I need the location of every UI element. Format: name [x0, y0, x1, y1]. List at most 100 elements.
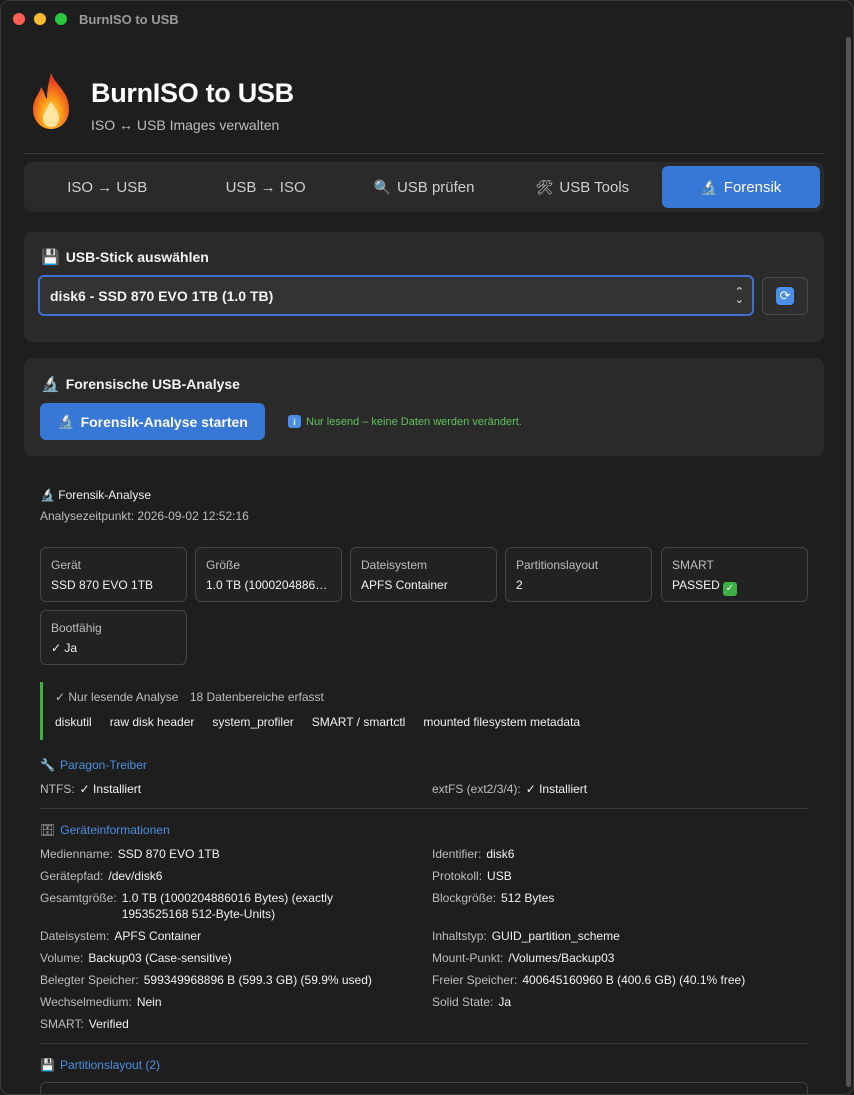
info-row: SMART: Verified — [40, 1017, 129, 1031]
tab-label: USB Tools — [559, 178, 630, 196]
start-button-label: Forensik-Analyse starten — [80, 413, 248, 430]
readonly-note: i Nur lesend – keine Daten werden veränd… — [288, 415, 522, 428]
section-divider — [40, 1043, 808, 1044]
readonly-note-text: Nur lesend – keine Daten werden veränder… — [306, 415, 522, 428]
data-source-item: raw disk header — [109, 715, 195, 729]
usb-select-panel: 💾 USB-Stick auswählen disk6 - SSD 870 EV… — [24, 232, 824, 342]
tab-usb-check[interactable]: 🔍 USB prüfen — [345, 166, 503, 208]
microscope-icon: 🔬 — [41, 376, 60, 393]
flame-icon — [33, 73, 69, 129]
card-label: Gerät — [51, 558, 82, 572]
extfs-value: ✓ Installiert — [525, 782, 588, 796]
app-title: BurnISO to USB — [91, 78, 294, 108]
forensic-panel-title: 🔬 Forensische USB-Analyse — [41, 375, 240, 393]
data-source-item: SMART / smartctl — [311, 715, 406, 729]
info-row: Wechselmedium: Nein — [40, 995, 162, 1009]
tab-usb-tools[interactable]: 🛠 USB Tools — [503, 166, 661, 208]
tab-usb-to-iso[interactable]: USB → ISO — [186, 166, 344, 208]
refresh-button[interactable]: ⟳ — [762, 277, 808, 315]
paragon-title-text: Paragon-Treiber — [59, 758, 147, 772]
extfs-key: extFS (ext2/3/4): — [432, 782, 521, 796]
info-row: Medienname: SSD 870 EVO 1TB — [40, 847, 220, 861]
info-row: Inhaltstyp: GUID_partition_scheme — [432, 929, 620, 943]
wrench-icon: 🔧 — [40, 758, 55, 772]
start-forensic-analysis-button[interactable]: 🔬 Forensik-Analyse starten — [40, 403, 265, 440]
window-title: BurnISO to USB — [79, 11, 179, 27]
info-value: /dev/disk6 — [108, 869, 163, 883]
magnifier-icon: 🔍 — [373, 178, 391, 195]
tab-label: USB → ISO — [225, 178, 306, 196]
data-source-item: mounted filesystem metadata — [423, 715, 581, 729]
app-header: BurnISO to USB ISO ↔ USB Images verwalte… — [27, 71, 294, 133]
info-value: 400645160960 B (400.6 GB) (40.1% free) — [522, 973, 746, 987]
microscope-icon: 🔬 — [57, 413, 75, 429]
minimize-window-button[interactable] — [34, 13, 46, 25]
ntfs-driver-row: NTFS: ✓ Installiert — [40, 782, 141, 796]
card-value: 2 — [516, 578, 523, 592]
partition-section-title: 💾 Partitionslayout (2) — [40, 1058, 160, 1072]
partition-table-box — [40, 1082, 808, 1094]
info-key: Identifier: — [432, 847, 482, 861]
scrollbar-thumb[interactable] — [846, 37, 851, 1087]
device-info-title-text: Geräteinformationen — [60, 823, 170, 837]
info-value: /Volumes/Backup03 — [508, 951, 615, 965]
info-row: Blockgröße: 512 Bytes — [432, 891, 554, 905]
summary-card-device: Gerät SSD 870 EVO 1TB — [40, 547, 187, 602]
floppy-disk-icon: 💾 — [41, 249, 60, 266]
info-key: Medienname: — [40, 847, 113, 861]
summary-card-partition-layout: Partitionslayout 2 — [505, 547, 652, 602]
updown-chevron-icon: ⌃ ⌄ — [734, 286, 744, 306]
tab-label: USB prüfen — [396, 178, 475, 196]
info-row: Belegter Speicher: 599349968896 B (599.3 … — [40, 973, 372, 987]
card-label: Partitionslayout — [516, 558, 599, 572]
zoom-window-button[interactable] — [55, 13, 67, 25]
microscope-icon: 🔬 — [700, 178, 718, 195]
result-heading: 🔬 Forensik-Analyse — [40, 488, 151, 502]
ntfs-key: NTFS: — [40, 782, 75, 796]
info-key: Volume: — [40, 951, 84, 965]
analysis-timestamp: Analysezeitpunkt: 2026-09-02 12:52:16 — [40, 509, 249, 523]
info-value: Verified — [88, 1017, 129, 1031]
info-key: Inhaltstyp: — [432, 929, 487, 943]
usb-device-select[interactable]: disk6 - SSD 870 EVO 1TB (1.0 TB) ⌃ ⌄ — [38, 275, 754, 316]
vertical-scrollbar[interactable] — [845, 37, 851, 1092]
app-subtitle: ISO ↔ USB Images verwalten — [91, 117, 280, 133]
close-window-button[interactable] — [13, 13, 25, 25]
info-value: APFS Container — [114, 929, 202, 943]
smart-status: PASSED — [672, 578, 720, 592]
tab-forensics[interactable]: 🔬 Forensik — [661, 166, 821, 208]
info-key: Protokoll: — [432, 869, 483, 883]
info-value: SSD 870 EVO 1TB — [117, 847, 220, 861]
card-label: Bootfähig — [51, 621, 102, 635]
tools-icon: 🛠 — [535, 178, 554, 195]
card-value: APFS Container — [361, 578, 448, 592]
device-info-section-title: 🗄 Geräteinformationen — [40, 823, 170, 837]
tab-iso-to-usb[interactable]: ISO → USB — [28, 166, 186, 208]
refresh-icon: ⟳ — [776, 287, 794, 305]
card-value: 1.0 TB (1000204886016 Bytes) — [206, 578, 331, 592]
titlebar: BurnISO to USB — [1, 1, 853, 37]
info-value: 599349968896 B (599.3 GB) (59.9% used) — [143, 973, 372, 987]
floppy-disk-icon: 💾 — [40, 1058, 55, 1072]
header-divider — [24, 153, 824, 154]
info-value: Ja — [498, 995, 512, 1009]
card-value: ✓ Ja — [51, 641, 78, 655]
data-source-list: diskutil raw disk header system_profiler… — [55, 715, 640, 729]
forensic-panel: 🔬 Forensische USB-Analyse 🔬 Forensik-Ana… — [24, 358, 824, 456]
storage-drive-icon: 🗄 — [40, 823, 56, 837]
tab-bar: ISO → USB USB → ISO 🔍 USB prüfen 🛠 USB Too… — [24, 162, 824, 212]
info-key: Wechselmedium: — [40, 995, 132, 1009]
info-key: Blockgröße: — [432, 891, 497, 905]
check-mark-icon: ✓ — [722, 582, 737, 596]
summary-card-filesystem: Dateisystem APFS Container — [350, 547, 497, 602]
info-value: Backup03 (Case-sensitive) — [88, 951, 232, 965]
info-key: Solid State: — [432, 995, 494, 1009]
info-key: Gerätepfad: — [40, 869, 104, 883]
tab-label: Forensik — [723, 178, 782, 196]
data-source-item: diskutil — [55, 715, 92, 729]
summary-card-smart: SMART PASSED ✓ — [661, 547, 808, 602]
forensic-panel-title-text: Forensische USB-Analyse — [65, 376, 240, 392]
card-label: Dateisystem — [361, 558, 428, 572]
extfs-driver-row: extFS (ext2/3/4): ✓ Installiert — [432, 782, 587, 796]
card-label: Größe — [206, 558, 241, 572]
